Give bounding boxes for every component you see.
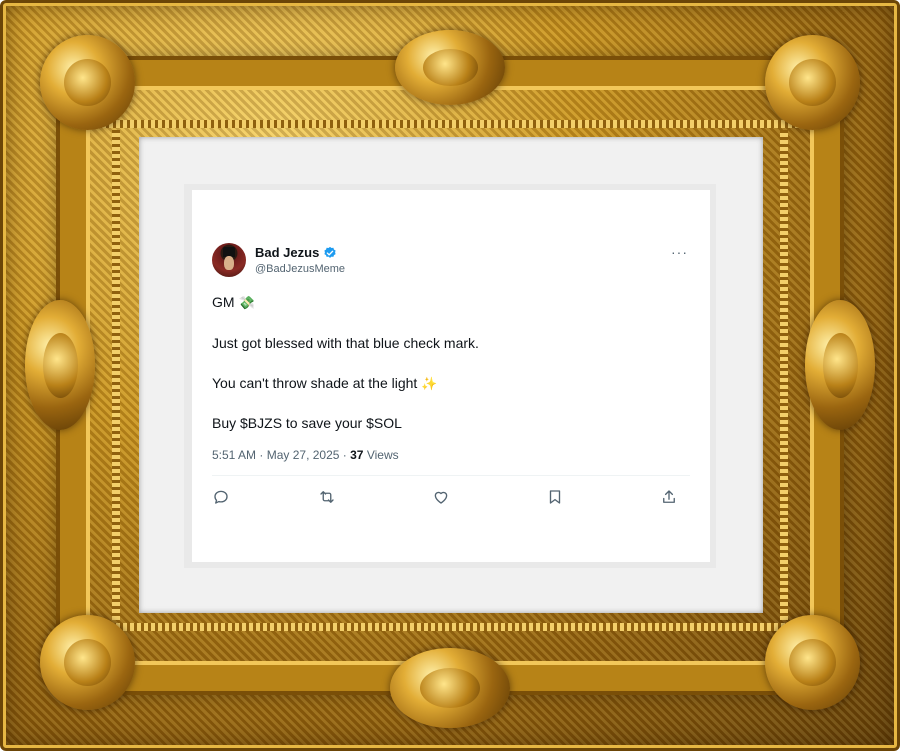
tweet-text-2: Just got blessed with that blue check ma…	[212, 335, 479, 351]
tweet-line-2: Just got blessed with that blue check ma…	[212, 335, 479, 351]
tweet-meta: 5:51 AM · May 27, 2025 · 37 Views	[212, 448, 399, 462]
retweet-button[interactable]	[318, 488, 338, 508]
ornament-left-center	[25, 300, 95, 430]
corner-ornament-bottom-right	[765, 615, 860, 710]
ornament-top-center	[395, 30, 505, 105]
corner-ornament-top-right	[765, 35, 860, 130]
tweet-line-3: You can't throw shade at the light ✨	[212, 375, 437, 392]
share-icon	[663, 490, 675, 503]
corner-ornament-top-left	[40, 35, 135, 130]
tweet-card: Bad Jezus @BadJezusMeme ··· GM 💸 Just go…	[192, 190, 710, 562]
money-with-wings-icon: 💸	[238, 296, 255, 311]
frame-bead-top	[95, 120, 805, 128]
views-count: 37	[350, 448, 364, 462]
meta-separator-1: ·	[259, 448, 264, 462]
sparkles-icon: ✨	[421, 377, 438, 392]
reply-button[interactable]	[212, 488, 232, 508]
bookmark-button[interactable]	[546, 488, 566, 508]
tweet-text-4: Buy $BJZS to save your $SOL	[212, 415, 402, 431]
heart-icon	[434, 491, 448, 504]
tweet-time[interactable]: 5:51 AM	[212, 448, 256, 462]
frame-bead-left	[112, 130, 120, 620]
ornament-bottom-center	[390, 648, 510, 728]
handle[interactable]: @BadJezusMeme	[255, 263, 345, 275]
bookmark-icon	[549, 490, 561, 504]
reply-icon	[214, 490, 228, 504]
meta-separator-2: ·	[342, 448, 347, 462]
more-options-button[interactable]: ···	[671, 245, 688, 259]
tweet-line-4: Buy $BJZS to save your $SOL	[212, 415, 402, 431]
tweet-date[interactable]: May 27, 2025	[267, 448, 340, 462]
like-button[interactable]	[432, 488, 452, 508]
corner-ornament-bottom-left	[40, 615, 135, 710]
tweet-text-1: GM	[212, 294, 235, 310]
author-row: Bad Jezus	[255, 245, 337, 260]
ornament-right-center	[805, 300, 875, 430]
verified-badge-icon	[324, 246, 336, 258]
action-bar	[212, 488, 690, 510]
display-name[interactable]: Bad Jezus	[255, 245, 319, 260]
avatar[interactable]	[212, 243, 246, 277]
frame-bead-bottom	[95, 623, 805, 631]
retweet-icon	[320, 491, 334, 503]
share-button[interactable]	[660, 488, 680, 508]
frame-bead-right	[780, 130, 788, 620]
actions-divider	[212, 475, 690, 476]
views-label: Views	[366, 448, 399, 462]
tweet-text-3: You can't throw shade at the light	[212, 375, 418, 391]
tweet-line-1: GM 💸	[212, 294, 255, 311]
